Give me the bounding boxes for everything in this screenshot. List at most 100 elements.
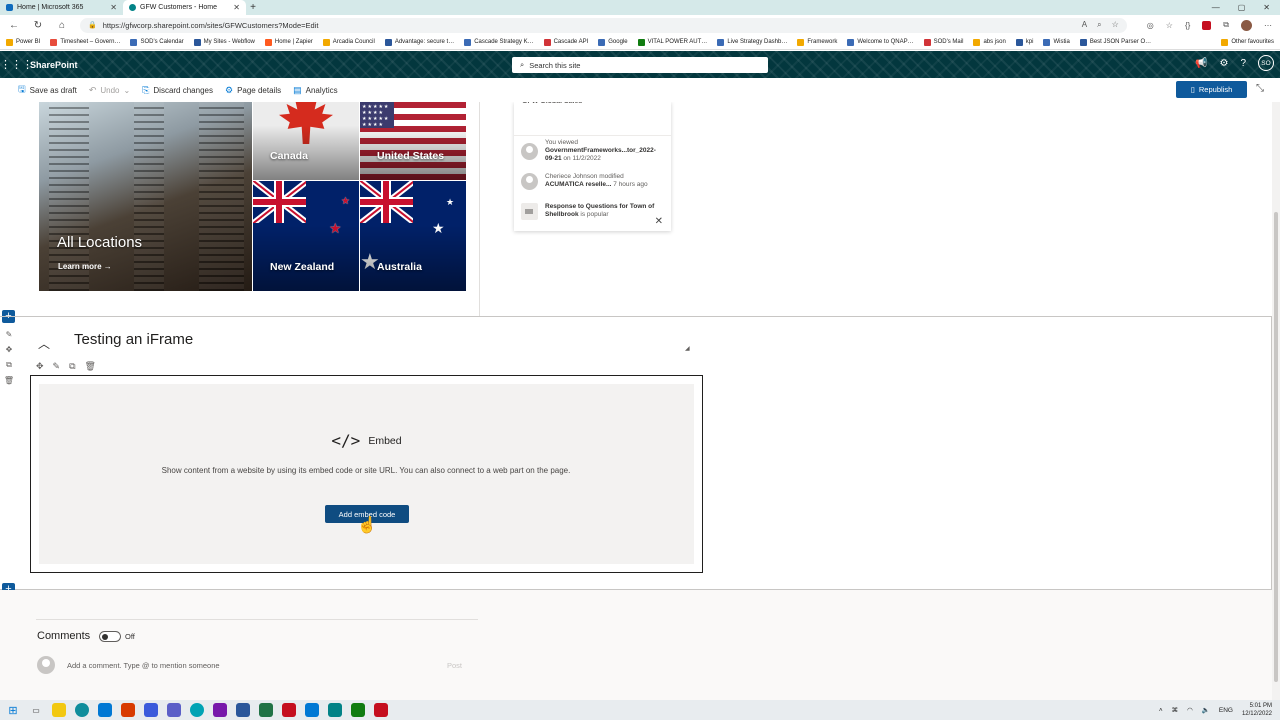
excel-icon[interactable] xyxy=(259,703,273,717)
onenote-icon[interactable] xyxy=(213,703,227,717)
bookmark[interactable]: Cascade Strategy K… xyxy=(464,38,534,46)
user-avatar[interactable]: SO xyxy=(1258,55,1274,71)
bookmark[interactable]: Google xyxy=(598,38,628,46)
sharepoint-icon[interactable] xyxy=(328,703,342,717)
network-icon[interactable]: ⌘ xyxy=(1172,706,1179,714)
close-icon[interactable]: ✕ xyxy=(655,216,663,227)
windows-start-icon[interactable]: ⊞ xyxy=(6,703,20,717)
maximize-icon[interactable]: ▢ xyxy=(1238,3,1246,12)
page-details-button[interactable]: ⚙ Page details xyxy=(225,85,281,96)
close-tab-icon[interactable]: ✕ xyxy=(233,3,240,12)
extension-icon[interactable]: ◎ xyxy=(1147,21,1154,30)
app-icon[interactable] xyxy=(190,703,204,717)
url-field[interactable]: 🔒 https://gfwcorp.sharepoint.com/sites/G… xyxy=(80,17,1127,33)
comment-input[interactable]: Add a comment. Type @ to mention someone xyxy=(67,661,220,670)
gear-icon[interactable]: ⚙ xyxy=(1219,58,1228,69)
pdf-extension-icon[interactable] xyxy=(1202,20,1212,30)
read-aloud-icon[interactable]: A xyxy=(1082,20,1087,30)
word-icon[interactable] xyxy=(236,703,250,717)
section-title[interactable]: Testing an iFrame xyxy=(74,331,193,348)
activity-item[interactable]: Response to Questions for Town of Shellb… xyxy=(514,196,671,226)
home-icon[interactable]: ⌂ xyxy=(56,20,68,31)
hero-tile-united-states[interactable]: ★★★★★ ★★★★ ★★★★★ ★★★★ United States xyxy=(360,102,466,180)
favorites-icon[interactable]: ☆ xyxy=(1166,21,1173,30)
hero-tile-new-zealand[interactable]: ★ ★ New Zealand xyxy=(253,181,359,291)
refresh-icon[interactable]: ↻ xyxy=(32,20,44,31)
chevron-down-icon[interactable]: ⌄ xyxy=(123,86,130,95)
bookmark[interactable]: Live Strategy Dashb… xyxy=(717,38,787,46)
resize-icon[interactable]: ◢ xyxy=(685,345,690,352)
activity-item[interactable]: You viewed GovernmentFrameworks...tor_202… xyxy=(514,136,671,166)
edge-icon[interactable] xyxy=(75,703,89,717)
arrow-app-icon[interactable] xyxy=(144,703,158,717)
page-section-iframe[interactable]: ︿ Testing an iFrame ◢ ✥ ✎ ⧉ 🗑 </> Embed … xyxy=(0,316,1272,590)
app-icon[interactable] xyxy=(305,703,319,717)
favorite-star-icon[interactable]: ☆ xyxy=(1112,20,1119,30)
delete-icon[interactable]: 🗑 xyxy=(85,361,96,372)
volume-icon[interactable]: 🔈 xyxy=(1202,706,1210,714)
save-draft-button[interactable]: 🖫 Save as draft xyxy=(18,82,77,98)
minimize-icon[interactable]: — xyxy=(1212,3,1220,12)
bookmark[interactable]: Framework xyxy=(797,38,837,46)
bookmark[interactable]: Best JSON Parser O… xyxy=(1079,38,1151,46)
post-button[interactable]: Post xyxy=(447,661,462,670)
outlook-icon[interactable] xyxy=(98,703,112,717)
language-indicator[interactable]: ENG xyxy=(1219,707,1233,714)
bookmark[interactable]: SOD's Mail xyxy=(923,38,963,46)
bookmark[interactable]: SOD's Calendar xyxy=(130,38,184,46)
analytics-button[interactable]: ▤ Analytics xyxy=(293,85,338,96)
wifi-icon[interactable]: ◠ xyxy=(1187,706,1193,714)
bookmark[interactable]: Welcome to QNAP… xyxy=(847,38,914,46)
app-name[interactable]: SharePoint xyxy=(30,60,78,70)
office-icon[interactable] xyxy=(121,703,135,717)
page-scrollbar[interactable] xyxy=(1272,102,1280,700)
acrobat-icon[interactable] xyxy=(282,703,296,717)
other-favourites[interactable]: Other favourites xyxy=(1221,38,1274,46)
bookmark[interactable]: Home | Zapier xyxy=(264,38,313,46)
bookmark[interactable]: My Sites - Webflow xyxy=(193,38,255,46)
bookmark[interactable]: Arcadia Council xyxy=(322,38,375,46)
activity-item[interactable]: Cheriece Johnson modified ACUMATICA resel… xyxy=(514,166,671,196)
undo-button[interactable]: ↶ Undo ⌄ xyxy=(89,85,130,96)
discard-changes-button[interactable]: ⎘ Discard changes xyxy=(142,85,213,96)
edit-icon[interactable]: ✎ xyxy=(53,361,61,372)
bookmark[interactable]: kpi xyxy=(1015,38,1033,46)
comments-toggle[interactable] xyxy=(99,631,121,642)
teams-icon[interactable] xyxy=(167,703,181,717)
learn-more-link[interactable]: Learn more → xyxy=(58,262,112,271)
close-tab-icon[interactable]: ✕ xyxy=(110,3,117,12)
app-icon[interactable] xyxy=(351,703,365,717)
bookmark[interactable]: Cascade API xyxy=(543,38,588,46)
republish-button[interactable]: ▯ Republish xyxy=(1176,81,1247,98)
collections-icon[interactable]: ⧉ xyxy=(1223,20,1229,30)
hero-tile-australia[interactable]: ★ ★ ★ Australia xyxy=(360,181,466,291)
browser-tab-m365[interactable]: Home | Microsoft 365 ✕ xyxy=(0,0,123,15)
scrollbar-thumb[interactable] xyxy=(1274,212,1278,682)
chevron-up-icon[interactable]: ˄ xyxy=(1159,707,1163,714)
bookmark[interactable]: VITAL POWER AUT… xyxy=(637,38,707,46)
hero-tile-all-locations[interactable]: All Locations Learn more → xyxy=(39,102,252,291)
task-view-icon[interactable]: ▭ xyxy=(29,703,43,717)
site-search-input[interactable]: ⌕ Search this site xyxy=(512,57,768,73)
profile-avatar[interactable] xyxy=(1241,19,1252,31)
close-window-icon[interactable]: ✕ xyxy=(1263,3,1270,12)
clock[interactable]: 5:01 PM 12/12/2022 xyxy=(1242,702,1272,718)
embed-webpart[interactable]: </> Embed Show content from a website by… xyxy=(30,375,703,573)
bookmark[interactable]: abs json xyxy=(973,38,1006,46)
json-extension-icon[interactable]: {} xyxy=(1185,21,1190,30)
back-icon[interactable]: ← xyxy=(8,20,20,31)
app-icon[interactable] xyxy=(374,703,388,717)
help-icon[interactable]: ? xyxy=(1240,58,1246,69)
hero-tile-canada[interactable]: Canada xyxy=(253,102,359,180)
bookmark[interactable]: Advantage: secure t… xyxy=(384,38,454,46)
chevron-up-icon[interactable]: ︿ xyxy=(38,335,50,352)
move-icon[interactable]: ✥ xyxy=(36,361,44,372)
file-explorer-icon[interactable] xyxy=(52,703,66,717)
new-tab-button[interactable]: + xyxy=(246,0,260,15)
more-menu-icon[interactable]: ⋯ xyxy=(1264,21,1272,30)
collapse-icon[interactable]: ⤡ xyxy=(1256,83,1264,94)
zoom-icon[interactable]: ⌕ xyxy=(1097,20,1101,30)
app-launcher-icon[interactable]: ⋮⋮⋮ xyxy=(0,58,33,71)
duplicate-icon[interactable]: ⧉ xyxy=(69,361,75,372)
megaphone-icon[interactable]: 📢 xyxy=(1195,58,1207,69)
